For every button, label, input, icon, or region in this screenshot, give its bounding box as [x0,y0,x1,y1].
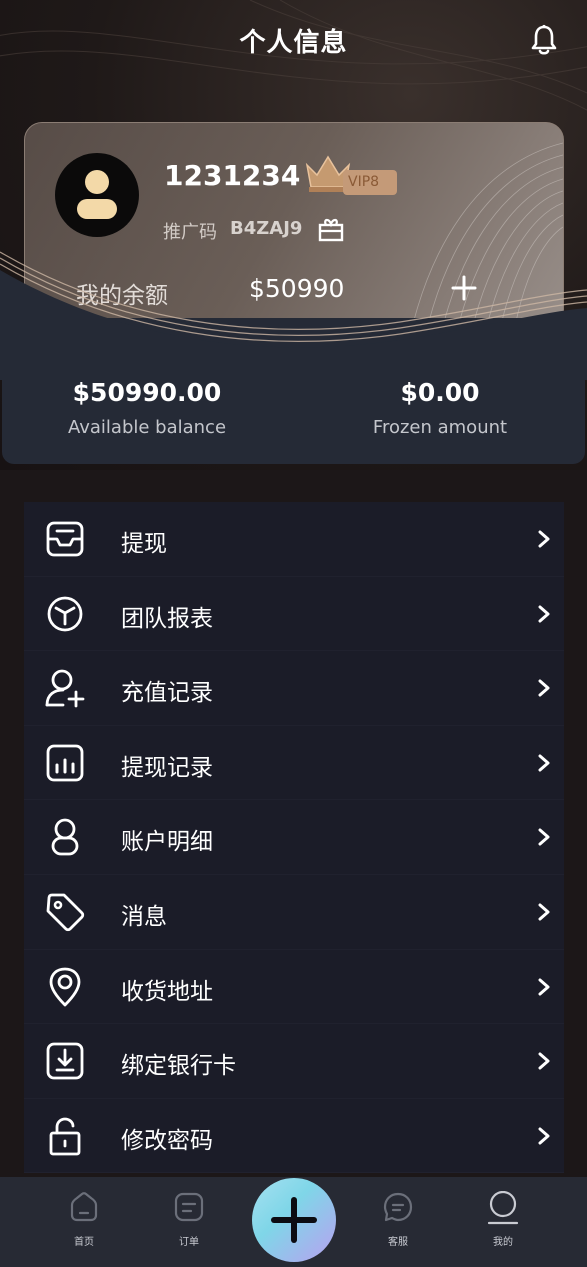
top-bar: 个人信息 [0,0,587,80]
menu-item-bind-bank-card[interactable]: 绑定银行卡 [24,1024,564,1099]
order-icon [174,1192,204,1222]
frozen-caption: Frozen amount [372,417,508,438]
menu-label: 收货地址 [121,978,213,1005]
page-title: 个人信息 [239,27,348,58]
menu-label: 绑定银行卡 [121,1053,236,1080]
tab-label: 订单 [179,1237,199,1248]
add-user-icon [45,669,85,708]
available-amount: $50990.00 [72,378,222,407]
vip-badge: VIP8 [343,170,397,195]
tab-label: 客服 [388,1237,408,1248]
menu-item-account-details[interactable]: 账户明细 [24,800,564,875]
home-icon [70,1192,98,1222]
center-add-button[interactable] [252,1178,336,1262]
frozen-amount: $0.00 [400,378,480,407]
menu-item-withdraw-records[interactable]: 提现记录 [24,726,564,801]
profile-icon [487,1191,519,1225]
user-silhouette-icon [77,170,117,219]
chevron-right-icon [538,828,550,846]
menu-item-team-report[interactable]: 团队报表 [24,577,564,652]
menu-label: 账户明细 [121,829,213,856]
chevron-right-icon [538,605,550,623]
chevron-right-icon [538,530,550,548]
avatar[interactable] [55,153,139,237]
tab-mine[interactable]: 我的 [473,1191,533,1248]
tab-home[interactable]: 首页 [54,1191,114,1248]
menu-label: 修改密码 [121,1127,213,1154]
menu-label: 消息 [121,903,167,930]
chevron-right-icon [538,1127,550,1145]
bar-chart-icon [46,744,84,782]
menu-label: 充值记录 [121,680,213,707]
menu-item-recharge-records[interactable]: 充值记录 [24,651,564,726]
menu-item-shipping-address[interactable]: 收货地址 [24,950,564,1025]
promo-code-value: B4ZAJ9 [230,218,303,239]
tab-label: 我的 [493,1237,513,1248]
tab-customer-service[interactable]: 客服 [368,1191,428,1248]
menu-item-withdraw[interactable]: 提现 [24,502,564,577]
menu-label: 提现记录 [121,754,213,781]
gift-icon[interactable] [317,216,345,242]
available-balance: $50990.00 Available balance [17,378,277,438]
available-caption: Available balance [67,417,227,438]
chevron-right-icon [538,679,550,697]
plus-icon [271,1197,317,1243]
chat-icon [383,1192,413,1222]
unlock-icon [49,1117,81,1156]
card-wave-decoration [0,251,587,380]
menu-item-messages[interactable]: 消息 [24,875,564,950]
chevron-right-icon [538,978,550,996]
chevron-right-icon [538,754,550,772]
user-icon [51,818,79,856]
chevron-right-icon [538,903,550,921]
promo-code-label: 推广码 [163,222,217,243]
location-pin-icon [49,967,81,1006]
cube-icon [47,596,83,631]
frozen-balance: $0.00 Frozen amount [310,378,570,438]
menu-label: 团队报表 [121,605,213,632]
tag-icon [46,893,85,932]
tab-label: 首页 [74,1237,94,1248]
bell-icon[interactable] [529,24,559,56]
chevron-right-icon [538,1052,550,1070]
inbox-icon [46,521,84,557]
menu-list: 提现 团队报表 充值记录 提现记录 账户明细 消息 收货地址 绑定银行卡 修改密… [24,502,564,1174]
menu-label: 提现 [121,531,167,557]
username: 1231234 [164,159,301,192]
download-box-icon [46,1042,84,1080]
menu-item-change-password[interactable]: 修改密码 [24,1099,564,1174]
tab-orders[interactable]: 订单 [159,1191,219,1248]
